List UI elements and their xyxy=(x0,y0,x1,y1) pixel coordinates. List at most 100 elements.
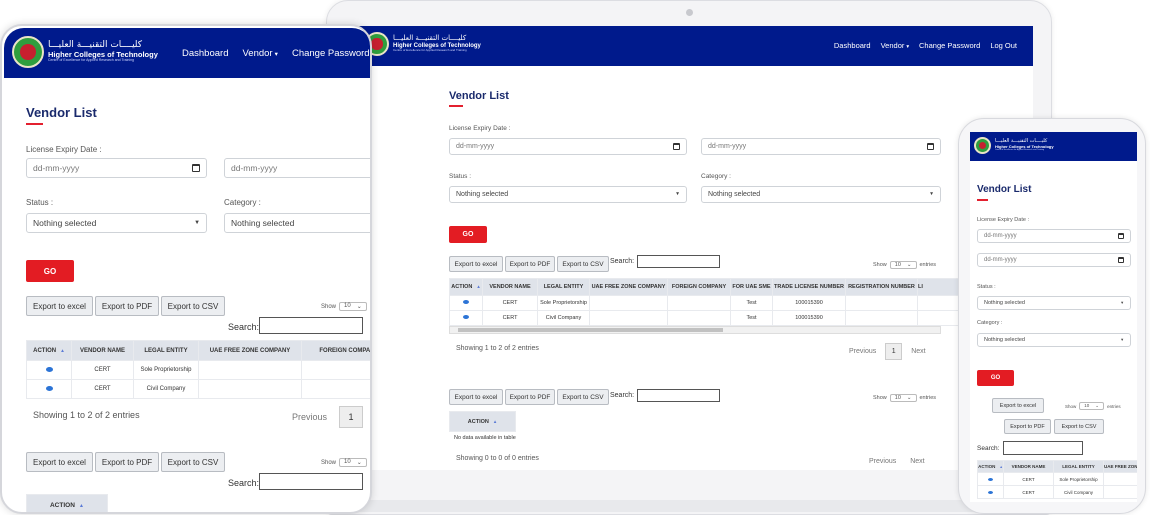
search-input-2[interactable] xyxy=(259,473,363,490)
pagination-previous[interactable]: Previous xyxy=(292,412,327,422)
hct-logo: كليــــات التقنيـــة العليـــا Higher Co… xyxy=(365,32,481,56)
export-csv-button[interactable]: Export to CSV xyxy=(161,296,225,316)
status-select[interactable]: Nothing selected ▼ xyxy=(977,296,1131,310)
view-eye-icon[interactable] xyxy=(45,385,53,391)
license-expiry-from-field[interactable]: dd-mm-yyyy xyxy=(449,138,687,155)
scrollbar-thumb[interactable] xyxy=(458,328,723,332)
page-length-select[interactable]: 10 ⌄ xyxy=(889,261,917,269)
pagination-previous[interactable]: Previous xyxy=(869,458,896,465)
nav-change-password-link[interactable]: Change Password xyxy=(292,48,370,59)
pagination: Previous 1 Next xyxy=(849,343,926,360)
nav-dashboard-link[interactable]: Dashboard xyxy=(834,41,871,50)
category-label: Category : xyxy=(224,198,261,207)
sort-icon: ▲ xyxy=(492,418,498,424)
column-header-action[interactable]: ACTION ▲ xyxy=(26,340,72,361)
column-header-trade-license[interactable]: TRADE LICENSE NUMBER xyxy=(772,278,846,296)
license-expiry-from-field[interactable]: dd-mm-yyyy xyxy=(977,229,1131,243)
column-header-uae-free-zone[interactable]: UAE FREE ZONE COMPANY xyxy=(1103,460,1137,473)
license-expiry-to-field[interactable]: dd-mm-yyyy xyxy=(224,158,370,178)
export-pdf-button-2[interactable]: Export to PDF xyxy=(95,452,159,472)
pagination-page-1[interactable]: 1 xyxy=(339,406,364,428)
cell-uae-free-zone xyxy=(589,295,668,311)
export-excel-button[interactable]: Export to excel xyxy=(26,296,93,316)
category-select[interactable]: Nothing selected ▼ xyxy=(977,333,1131,347)
view-eye-icon[interactable] xyxy=(45,366,53,372)
view-eye-icon[interactable] xyxy=(463,300,469,304)
laptop-screen: كليــــات التقنيـــة العليـــا Higher Co… xyxy=(357,26,1033,470)
hct-logo: كليــــات التقنيـــة العليـــا Higher Co… xyxy=(12,36,158,68)
export-excel-button-2[interactable]: Export to excel xyxy=(26,452,93,472)
export-csv-button-2[interactable]: Export to CSV xyxy=(557,389,609,405)
search-input[interactable] xyxy=(637,255,720,268)
license-expiry-to-field[interactable]: dd-mm-yyyy xyxy=(701,138,941,155)
column-header-action[interactable]: ACTION ▲ xyxy=(449,278,483,296)
page-length-select-2[interactable]: 10 ⌄ xyxy=(339,458,367,467)
table-row: CERT Civil Company Test 100015390 xyxy=(449,310,1033,326)
caret-down-icon: ▼ xyxy=(675,192,680,197)
export-csv-button[interactable]: Export to CSV xyxy=(1054,419,1104,434)
column-header-vendor-name[interactable]: VENDOR NAME xyxy=(71,340,134,361)
column-header-foreign-company[interactable]: FOREIGN COMPANY xyxy=(667,278,731,296)
column-header-legal-entity[interactable]: LEGAL ENTITY xyxy=(133,340,199,361)
export-excel-button-2[interactable]: Export to excel xyxy=(449,389,503,405)
calendar-icon[interactable] xyxy=(1118,257,1124,263)
calendar-icon[interactable] xyxy=(192,164,200,172)
go-button[interactable]: GO xyxy=(449,226,487,243)
export-excel-button[interactable]: Export to excel xyxy=(992,398,1044,413)
column-header-legal-entity[interactable]: LEGAL ENTITY xyxy=(1053,460,1104,473)
column-header-vendor-name[interactable]: VENDOR NAME xyxy=(482,278,538,296)
search-input-2[interactable] xyxy=(637,389,720,402)
nav-vendor-menu[interactable]: Vendor ▾ xyxy=(242,48,277,59)
export-excel-button[interactable]: Export to excel xyxy=(449,256,503,272)
go-button[interactable]: GO xyxy=(26,260,74,282)
nav-logout-link[interactable]: Log Out xyxy=(990,41,1017,50)
page-length-control: Show 10 ⌄ entries xyxy=(873,261,937,269)
pagination-next[interactable]: Next xyxy=(911,348,925,355)
nav-change-password-link[interactable]: Change Password xyxy=(919,41,980,50)
status-select[interactable]: Nothing selected ▼ xyxy=(26,213,207,233)
pagination-page-1[interactable]: 1 xyxy=(885,343,903,360)
export-pdf-button[interactable]: Export to PDF xyxy=(95,296,159,316)
export-csv-button[interactable]: Export to CSV xyxy=(557,256,609,272)
column-header-uae-free-zone[interactable]: UAE FREE ZONE COMPANY xyxy=(589,278,668,296)
view-eye-icon[interactable] xyxy=(463,315,469,319)
calendar-icon[interactable] xyxy=(927,143,934,150)
column-header-registration[interactable]: REGISTRATION NUMBER xyxy=(845,278,918,296)
page-length-select-2[interactable]: 10 ⌄ xyxy=(889,394,917,402)
category-select[interactable]: Nothing selected ▼ xyxy=(701,186,941,203)
search-input[interactable] xyxy=(259,317,363,334)
column-header-action[interactable]: ACTION ▲ xyxy=(26,494,108,512)
nav-dashboard-link[interactable]: Dashboard xyxy=(182,48,228,59)
search-input[interactable] xyxy=(1003,441,1083,455)
license-expiry-from-field[interactable]: dd-mm-yyyy xyxy=(26,158,207,178)
export-csv-button-2[interactable]: Export to CSV xyxy=(161,452,225,472)
cell-registration xyxy=(845,295,918,311)
pagination-previous[interactable]: Previous xyxy=(849,348,876,355)
column-header-uae-free-zone[interactable]: UAE FREE ZONE COMPANY xyxy=(198,340,302,361)
table-horizontal-scrollbar[interactable] xyxy=(449,326,941,334)
pagination-next[interactable]: Next xyxy=(910,458,924,465)
export-pdf-button[interactable]: Export to PDF xyxy=(1004,419,1051,434)
export-pdf-button-2[interactable]: Export to PDF xyxy=(505,389,555,405)
column-header-vendor-name[interactable]: VENDOR NAME xyxy=(1003,460,1054,473)
column-header-uae-sme[interactable]: FOR UAE SME xyxy=(730,278,773,296)
column-header-legal-entity[interactable]: LEGAL ENTITY xyxy=(537,278,590,296)
license-expiry-to-field[interactable]: dd-mm-yyyy xyxy=(977,253,1131,267)
export-pdf-button[interactable]: Export to PDF xyxy=(505,256,555,272)
go-button[interactable]: GO xyxy=(977,370,1014,386)
calendar-icon[interactable] xyxy=(673,143,680,150)
column-header-action[interactable]: ACTION ▲ xyxy=(977,460,1004,473)
category-select[interactable]: Nothing selected xyxy=(224,213,370,233)
status-select[interactable]: Nothing selected ▼ xyxy=(449,186,687,203)
view-eye-icon[interactable] xyxy=(988,490,993,494)
search-label: Search: xyxy=(228,322,260,332)
license-expiry-label: License Expiry Date : xyxy=(977,217,1029,223)
nav-vendor-menu[interactable]: Vendor ▾ xyxy=(881,41,909,50)
column-header-action[interactable]: ACTION ▲ xyxy=(449,411,516,432)
cell-uae-sme: Test xyxy=(730,295,773,311)
page-length-select[interactable]: 10 ⌄ xyxy=(339,302,367,311)
column-header-foreign-company[interactable]: FOREIGN COMPANY xyxy=(301,340,370,361)
calendar-icon[interactable] xyxy=(1118,233,1124,239)
view-eye-icon[interactable] xyxy=(988,477,993,481)
page-length-select[interactable]: 10 ⌄ xyxy=(1079,402,1105,410)
